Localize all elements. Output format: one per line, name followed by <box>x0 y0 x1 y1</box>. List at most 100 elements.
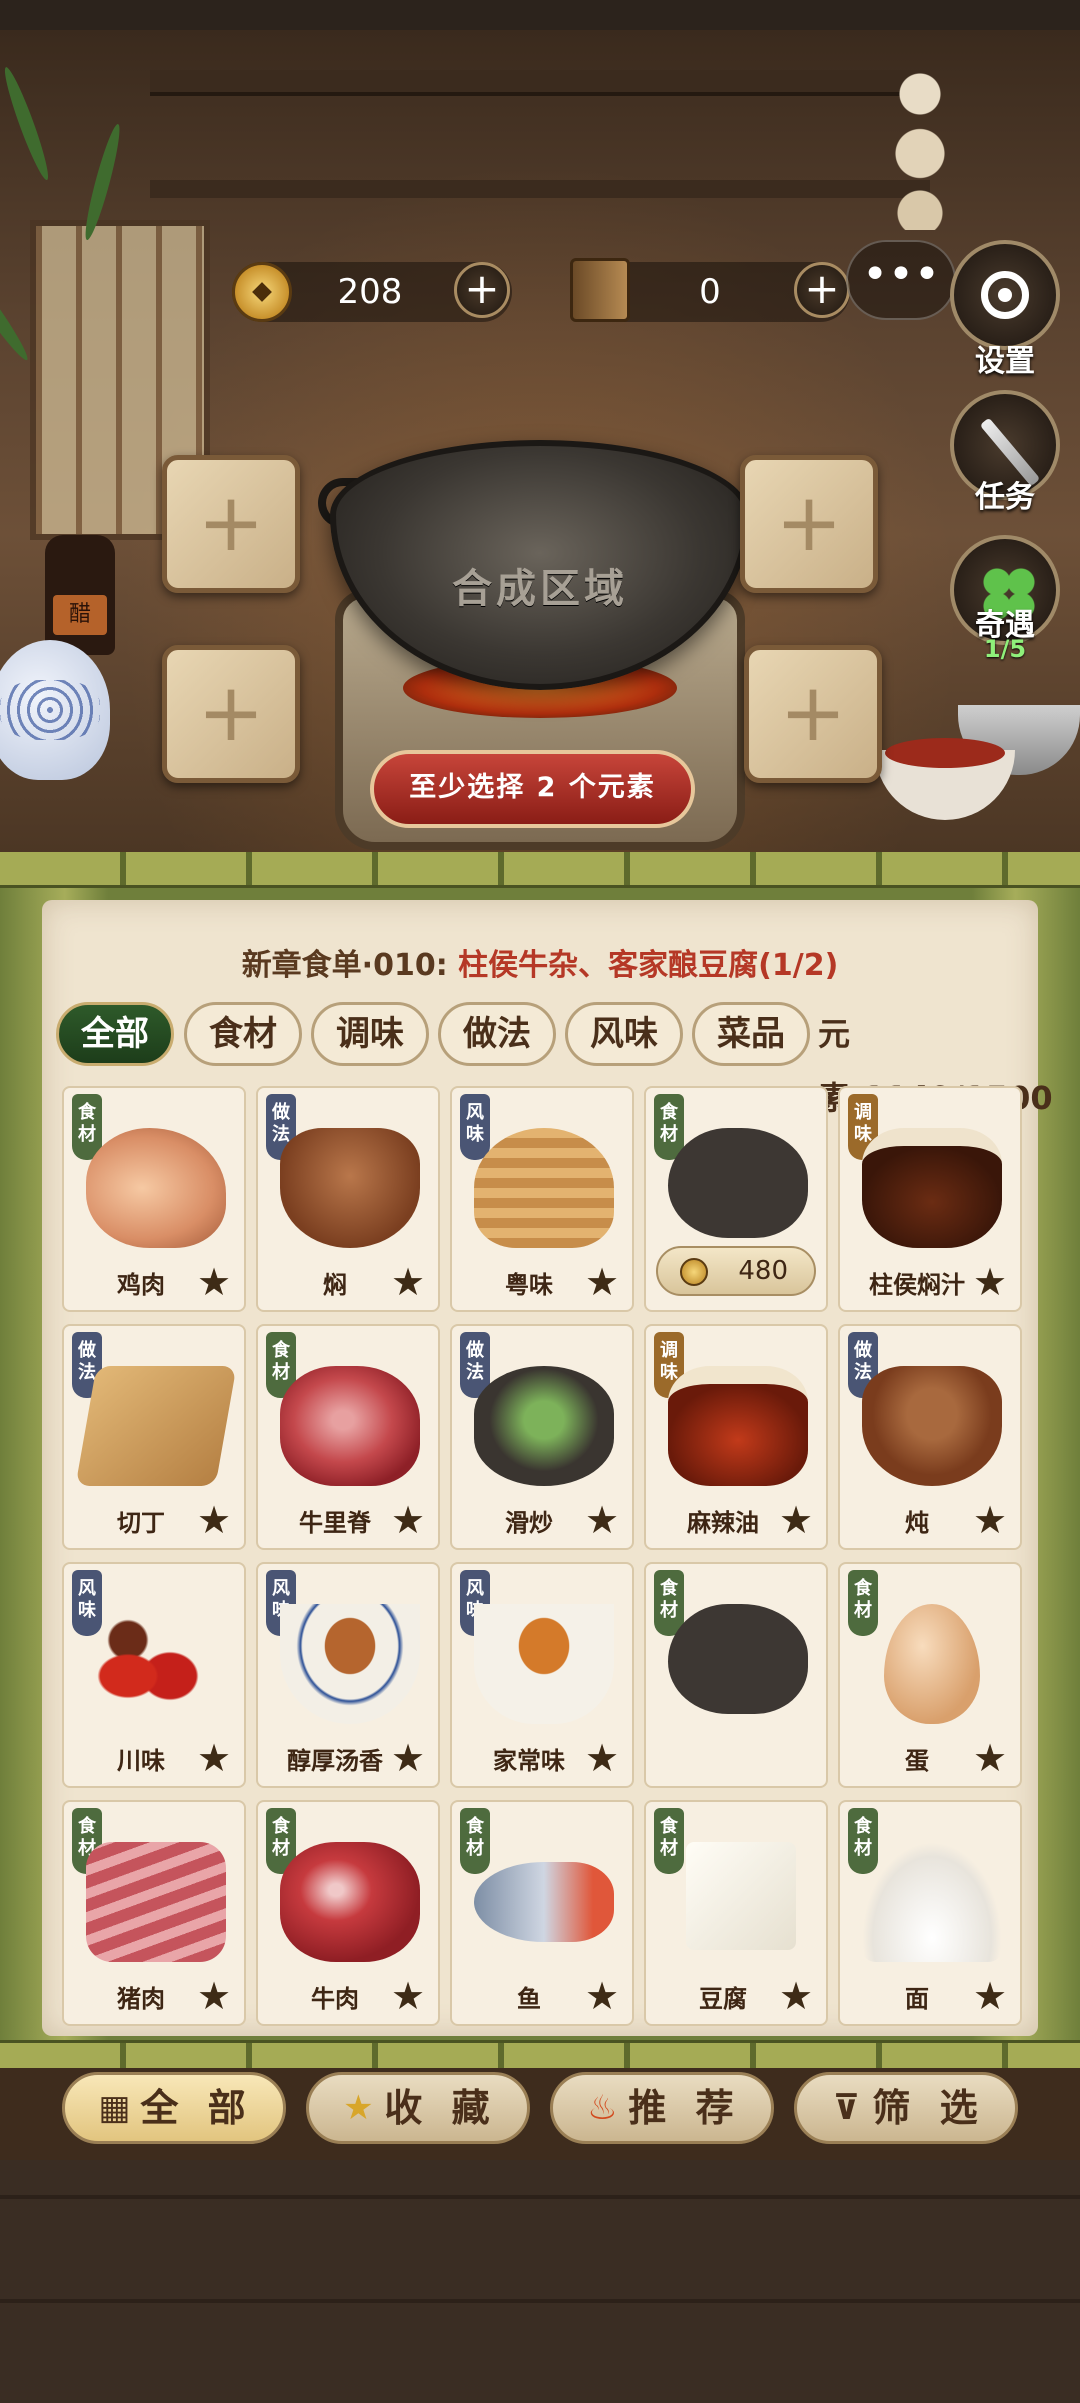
nav-all-label: 全 部 <box>140 2086 254 2130</box>
tasks-label: 任务 <box>975 480 1035 515</box>
tab-seasoning[interactable]: 调味 <box>311 1002 429 1066</box>
tab-method[interactable]: 做法 <box>438 1002 556 1066</box>
favorite-star-icon[interactable]: ★ <box>194 1738 234 1778</box>
element-card[interactable]: 食材蛋 ★ <box>838 1562 1022 1788</box>
nav-all-button[interactable]: ▦ 全 部 <box>62 2072 286 2144</box>
element-image <box>862 1842 1002 1962</box>
settings-button[interactable] <box>950 240 1060 350</box>
element-image <box>668 1366 808 1486</box>
element-card[interactable]: 食材面 ★ <box>838 1800 1022 2026</box>
more-menu-button[interactable]: ••• <box>846 240 956 320</box>
bamboo-bottom <box>0 2040 1080 2070</box>
tab-dishes[interactable]: 菜品 <box>692 1002 810 1066</box>
bamboo-top <box>0 852 1080 888</box>
locked-element-silhouette <box>668 1604 808 1714</box>
element-type-tag: 食材 <box>654 1808 684 1874</box>
tab-all[interactable]: 全部 <box>56 1002 174 1066</box>
shelf <box>150 70 930 96</box>
recipe-book-icon <box>570 258 630 322</box>
chapter-menu-title[interactable]: 新章食单·010: 柱侯牛杂、客家酿豆腐(1/2) <box>42 940 1038 984</box>
tab-ingredients[interactable]: 食材 <box>184 1002 302 1066</box>
element-card[interactable]: 做法 滑炒 ★ <box>450 1324 634 1550</box>
element-image <box>280 1604 420 1724</box>
favorite-star-icon[interactable]: ★ <box>776 1500 816 1540</box>
plus-icon: + <box>197 476 265 569</box>
add-coins-button[interactable]: + <box>454 262 510 318</box>
element-card[interactable]: 风味醇厚汤香★ <box>256 1562 440 1788</box>
nav-filter-button[interactable]: ⊽ 筛 选 <box>794 2072 1018 2144</box>
unlock-price: 480 <box>738 1256 788 1286</box>
favorite-star-icon[interactable]: ★ <box>194 1500 234 1540</box>
ingredient-slot-4[interactable]: + <box>744 645 882 783</box>
element-card[interactable]: 风味 粤味 ★ <box>450 1086 634 1312</box>
tab-flavor[interactable]: 风味 <box>565 1002 683 1066</box>
favorite-star-icon[interactable]: ★ <box>194 1262 234 1302</box>
element-image <box>884 1604 980 1724</box>
element-card[interactable]: 食材 480 <box>644 1086 828 1312</box>
element-image <box>86 1128 226 1248</box>
element-card[interactable]: 做法焖 ★ <box>256 1086 440 1312</box>
coin-icon <box>680 1258 708 1286</box>
element-card[interactable]: 风味家常味★ <box>450 1562 634 1788</box>
element-image <box>474 1128 614 1248</box>
element-type-tag: 食材 <box>848 1808 878 1874</box>
plus-icon: + <box>775 476 843 569</box>
nav-filter-label: 筛 选 <box>872 2086 986 2130</box>
garlic-decoration <box>880 60 960 230</box>
element-card[interactable]: 食材 鸡肉 ★ <box>62 1086 246 1312</box>
ingredient-slot-3[interactable]: + <box>162 645 300 783</box>
elements-count: 元素:1149/1500 <box>818 1015 1053 1117</box>
element-image <box>75 1366 237 1486</box>
flame-icon: ♨ <box>587 2088 618 2128</box>
element-image <box>474 1366 614 1486</box>
element-image <box>280 1842 420 1962</box>
ingredient-slot-2[interactable]: + <box>740 455 878 593</box>
element-image <box>862 1366 1002 1486</box>
element-card[interactable]: 风味川味★ <box>62 1562 246 1788</box>
favorite-star-icon[interactable]: ★ <box>582 1262 622 1302</box>
favorite-star-icon[interactable]: ★ <box>970 1262 1010 1302</box>
element-card[interactable]: 食材 <box>644 1562 828 1788</box>
favorite-star-icon[interactable]: ★ <box>582 1738 622 1778</box>
filter-icon: ⊽ <box>832 2088 861 2128</box>
favorite-star-icon[interactable]: ★ <box>388 1976 428 2016</box>
add-books-button[interactable]: + <box>794 262 850 318</box>
favorite-star-icon[interactable]: ★ <box>776 1976 816 2016</box>
element-card[interactable]: 做法 切丁 ★ <box>62 1324 246 1550</box>
favorite-star-icon[interactable]: ★ <box>582 1500 622 1540</box>
nav-recommended-button[interactable]: ♨ 推 荐 <box>550 2072 774 2144</box>
element-image <box>474 1862 614 1942</box>
shelf <box>150 180 930 198</box>
status-strip <box>0 0 1080 30</box>
settings-label: 设置 <box>975 344 1035 379</box>
unlock-price-button[interactable]: 480 <box>656 1246 816 1296</box>
element-card[interactable]: 食材 豆腐 ★ <box>644 1800 828 2026</box>
ingredient-slot-1[interactable]: + <box>162 455 300 593</box>
element-card[interactable]: 调味 麻辣油 ★ <box>644 1324 828 1550</box>
element-image <box>86 1604 226 1724</box>
element-card[interactable]: 食材鱼 ★ <box>450 1800 634 2026</box>
favorite-star-icon[interactable]: ★ <box>970 1976 1010 2016</box>
favorite-star-icon[interactable]: ★ <box>388 1738 428 1778</box>
favorite-star-icon[interactable]: ★ <box>582 1976 622 2016</box>
nav-favorites-button[interactable]: ★ 收 藏 <box>306 2072 530 2144</box>
chapter-dishes: 柱侯牛杂、客家酿豆腐(1/2) <box>458 948 839 983</box>
element-card[interactable]: 调味 柱侯焖汁 ★ <box>838 1086 1022 1312</box>
element-card[interactable]: 食材 牛肉 ★ <box>256 1800 440 2026</box>
element-card[interactable]: 食材 牛里脊 ★ <box>256 1324 440 1550</box>
plus-icon: + <box>779 666 847 759</box>
favorite-star-icon[interactable]: ★ <box>388 1262 428 1302</box>
element-image <box>474 1604 614 1724</box>
favorite-star-icon[interactable]: ★ <box>194 1976 234 2016</box>
element-image <box>686 1842 796 1950</box>
favorite-star-icon[interactable]: ★ <box>388 1500 428 1540</box>
coin-count: 208 <box>337 272 403 312</box>
element-card[interactable]: 做法炖 ★ <box>838 1324 1022 1550</box>
synthesis-area-label: 合成区域 <box>452 566 628 612</box>
favorite-star-icon[interactable]: ★ <box>970 1500 1010 1540</box>
favorite-star-icon[interactable]: ★ <box>970 1738 1010 1778</box>
element-card[interactable]: 食材 猪肉 ★ <box>62 1800 246 2026</box>
settings-icon <box>981 271 1029 319</box>
book-count: 0 <box>699 272 721 312</box>
element-image <box>280 1366 420 1486</box>
